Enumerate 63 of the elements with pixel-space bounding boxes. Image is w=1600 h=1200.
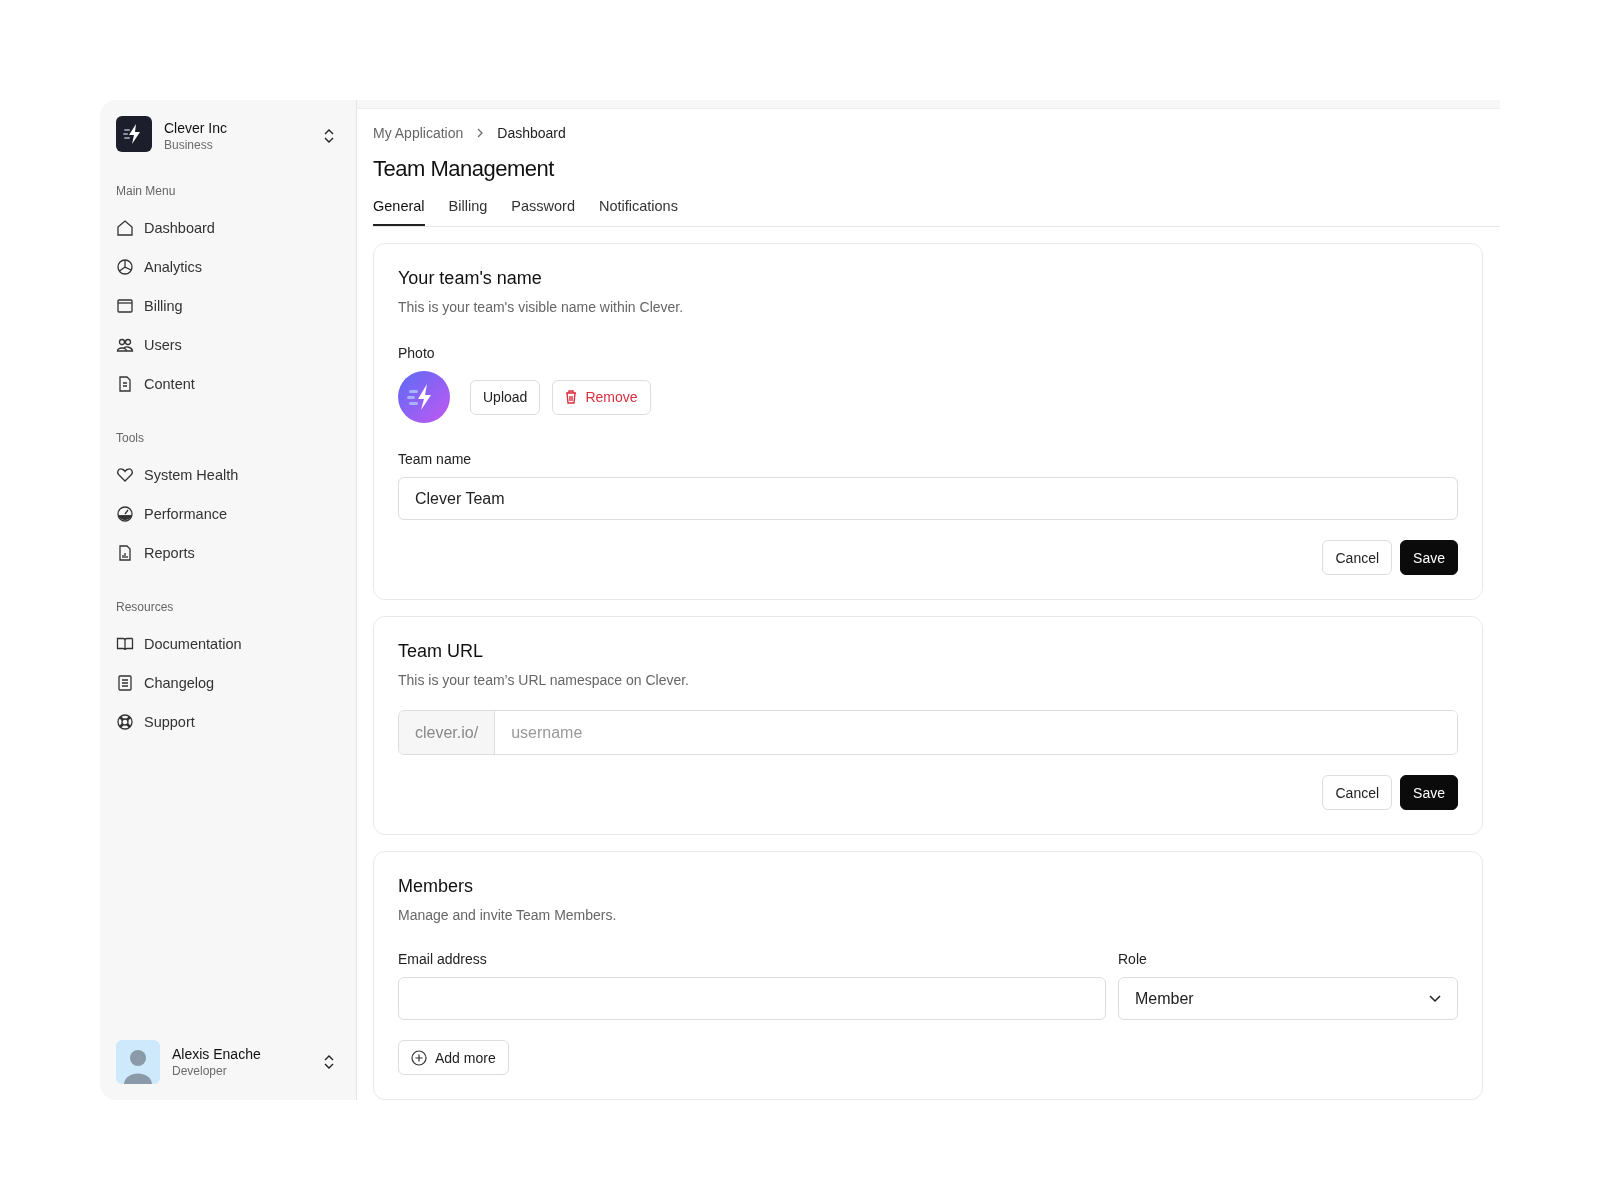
- sidebar-item[interactable]: Performance: [116, 494, 340, 533]
- section-title: Tools: [116, 431, 145, 445]
- sidebar-item[interactable]: Billing: [116, 286, 340, 325]
- field-label: Photo: [398, 345, 436, 361]
- sidebar-item[interactable]: System Health: [116, 455, 340, 494]
- chevron-down-icon: [1429, 994, 1441, 1003]
- breadcrumb-link[interactable]: Dashboard: [497, 125, 566, 141]
- tab[interactable]: Password: [511, 196, 575, 226]
- list-icon: [116, 673, 134, 692]
- org-name: Clever Inc: [164, 120, 229, 136]
- add-more-button[interactable]: Add more: [398, 1040, 509, 1075]
- team-name-field[interactable]: Clever Team: [398, 477, 1458, 520]
- org-plan: Business: [164, 138, 214, 152]
- sidebar-item[interactable]: Reports: [116, 533, 340, 572]
- card-description: This is your team's visible name within Clever.: [398, 299, 685, 315]
- save-button[interactable]: Save: [1400, 775, 1458, 810]
- card-title: Team URL: [398, 641, 485, 662]
- section-title: Resources: [116, 600, 175, 614]
- breadcrumb-link[interactable]: My Application: [373, 125, 464, 141]
- remove-button[interactable]: Remove: [552, 379, 651, 415]
- field-label: Team name: [398, 451, 473, 467]
- url-prefix: clever.io/: [399, 711, 496, 754]
- card-icon: [116, 296, 134, 315]
- home-icon: [116, 218, 134, 237]
- chevron-up-down-icon[interactable]: [324, 129, 334, 143]
- role-dropdown[interactable]: Member: [1118, 977, 1458, 1020]
- section-title: Main Menu: [116, 184, 177, 198]
- sidebar-item[interactable]: Support: [116, 702, 340, 741]
- sidebar-item[interactable]: Analytics: [116, 247, 340, 286]
- bolt-logo-icon: [398, 371, 450, 423]
- tab[interactable]: Notifications: [598, 196, 678, 226]
- gauge-icon: [116, 504, 134, 523]
- heart-icon: [116, 465, 134, 484]
- tab[interactable]: General: [373, 196, 425, 226]
- card-title: Members: [398, 876, 474, 897]
- page-title: Team Management: [373, 156, 556, 182]
- lifebuoy-icon: [116, 712, 134, 731]
- sidebar-item[interactable]: Documentation: [116, 624, 340, 663]
- user-name: Alexis Enache: [172, 1046, 262, 1062]
- save-button[interactable]: Save: [1400, 540, 1458, 575]
- card-description: This is your team’s URL namespace on Clever.: [398, 672, 690, 688]
- email-field[interactable]: [398, 977, 1106, 1020]
- tab[interactable]: Billing: [448, 196, 488, 226]
- document-icon: [116, 374, 134, 393]
- cancel-button[interactable]: Cancel: [1322, 540, 1393, 575]
- pie-chart-icon: [116, 257, 134, 276]
- plus-circle-icon: [411, 1049, 427, 1066]
- upload-button[interactable]: Upload: [470, 379, 541, 415]
- sidebar-item[interactable]: Content: [116, 364, 340, 403]
- card-description: Manage and invite Team Members.: [398, 907, 618, 923]
- cancel-button[interactable]: Cancel: [1322, 775, 1393, 810]
- sidebar-item[interactable]: Changelog: [116, 663, 340, 702]
- chevron-right-icon: [477, 128, 484, 138]
- field-label: Email address: [398, 951, 488, 967]
- trash-icon: [565, 390, 578, 404]
- field-label: Role: [1118, 951, 1148, 967]
- card-title: Your team's name: [398, 268, 543, 289]
- user-role: Developer: [172, 1064, 228, 1078]
- report-icon: [116, 543, 134, 562]
- avatar-silhouette-icon: [116, 1040, 160, 1084]
- sidebar-item[interactable]: Dashboard: [116, 208, 340, 247]
- sidebar-item[interactable]: Users: [116, 325, 340, 364]
- chevron-up-down-icon[interactable]: [324, 1055, 334, 1069]
